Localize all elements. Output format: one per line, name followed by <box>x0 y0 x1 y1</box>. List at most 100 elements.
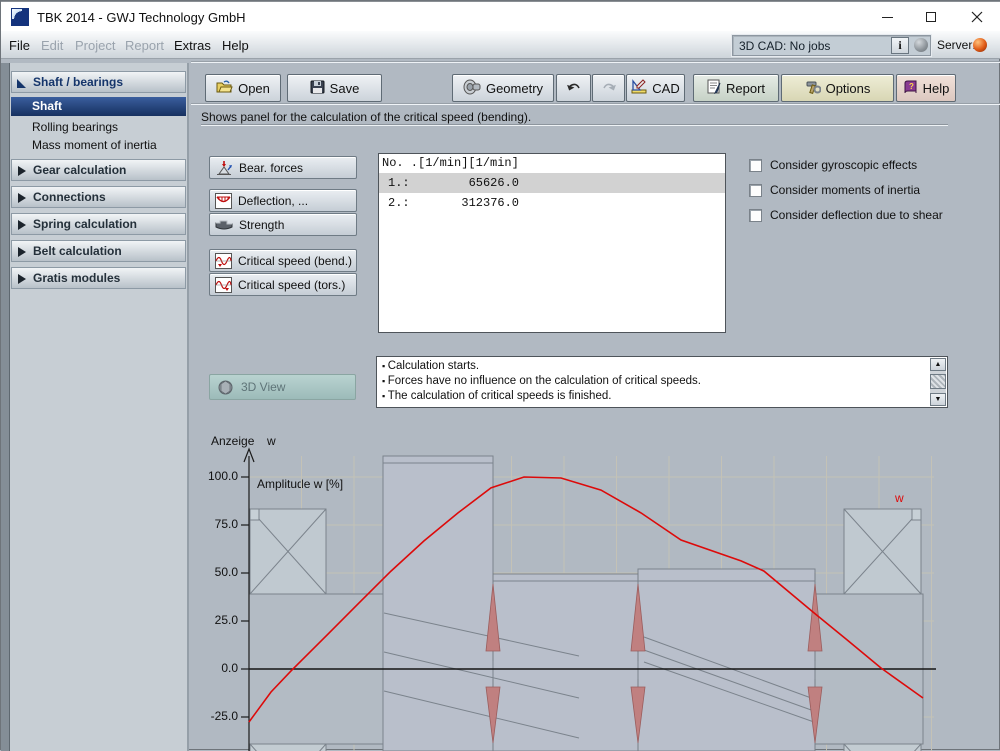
help-button[interactable]: ? Help <box>896 74 956 102</box>
sidebar-group-gear-calculation[interactable]: Gear calculation <box>11 159 186 181</box>
menu-project[interactable]: Project <box>75 38 115 53</box>
row-value: 312376.0 <box>427 193 519 213</box>
cad-status-text: 3D CAD: No jobs <box>739 39 830 53</box>
checkbox-icon[interactable] <box>749 209 762 222</box>
minimize-button[interactable] <box>865 2 909 32</box>
checkbox-gyroscopic[interactable]: Consider gyroscopic effects <box>749 158 917 172</box>
menu-extras[interactable]: Extras <box>174 38 211 53</box>
bearing-forces-icon <box>215 160 233 176</box>
sidebar-item-rolling-bearings[interactable]: Rolling bearings <box>11 118 186 137</box>
window-title: TBK 2014 - GWJ Technology GmbH <box>37 10 246 25</box>
sidebar-group-connections[interactable]: Connections <box>11 186 186 208</box>
3d-sphere-icon <box>218 380 233 395</box>
row-number: 2.: <box>379 193 427 213</box>
app-icon <box>11 8 29 26</box>
server-status-led-icon <box>973 38 987 52</box>
3d-view-button[interactable]: 3D View <box>209 374 356 400</box>
bearing-forces-button[interactable]: Bear. forces <box>209 156 357 179</box>
log-line: The calculation of critical speeds is fi… <box>377 389 947 404</box>
strength-icon <box>215 218 233 232</box>
status-line: Shows panel for the calculation of the c… <box>201 110 531 124</box>
critical-speed-torsion-icon <box>215 277 232 293</box>
toolbar-groove <box>191 103 1000 105</box>
log-line: Forces have no influence on the calculat… <box>377 374 947 389</box>
bearing-right-icon <box>844 509 921 594</box>
checkbox-moments-inertia[interactable]: Consider moments of inertia <box>749 183 920 197</box>
deflection-button[interactable]: Deflection, ... <box>209 189 357 212</box>
help-book-icon: ? <box>903 80 918 97</box>
sidebar-group-spring-calculation[interactable]: Spring calculation <box>11 213 186 235</box>
svg-text:?: ? <box>909 82 914 91</box>
title-bar: TBK 2014 - GWJ Technology GmbH <box>1 1 1000 31</box>
menu-bar: File Edit Project Report Extras Help 3D … <box>1 31 1000 59</box>
cad-status-box: 3D CAD: No jobs i <box>732 35 931 56</box>
open-folder-icon <box>216 80 233 97</box>
table-row[interactable]: 2.: 312376.0 <box>379 193 725 213</box>
maximize-button[interactable] <box>909 2 953 32</box>
sidebar-item-mass-moment[interactable]: Mass moment of inertia <box>11 136 186 155</box>
sidebar-item-shaft[interactable]: Shaft <box>11 97 186 116</box>
report-button[interactable]: Report <box>693 74 779 102</box>
log-line: Calculation starts. <box>377 357 947 374</box>
strength-button[interactable]: Strength <box>209 213 357 236</box>
expanded-triangle-icon <box>17 79 26 88</box>
options-button[interactable]: Options <box>781 74 894 102</box>
shaft-section-mid-2 <box>638 569 815 751</box>
server-label: Server: <box>937 38 976 52</box>
geometry-button[interactable]: Geometry <box>452 74 554 102</box>
scroll-up-icon[interactable]: ▲ <box>930 358 946 371</box>
sidebar-group-shaft-bearings[interactable]: Shaft / bearings <box>11 71 186 93</box>
checkbox-icon[interactable] <box>749 159 762 172</box>
shaft-section-gear <box>383 456 493 751</box>
collapsed-triangle-icon <box>18 274 26 284</box>
close-icon <box>971 11 983 23</box>
app-window: { "window": { "title": "TBK 2014 - GWJ T… <box>0 0 1000 750</box>
critical-speed-table: No. .[1/min][1/min] 1.: 65626.0 2.: 3123… <box>378 153 726 333</box>
open-button[interactable]: Open <box>205 74 281 102</box>
cad-button[interactable]: CAD <box>626 74 685 102</box>
toolbar-groove <box>191 61 1000 63</box>
menu-file[interactable]: File <box>9 38 30 53</box>
menu-edit[interactable]: Edit <box>41 38 63 53</box>
left-edge-strip <box>1 63 10 751</box>
save-floppy-icon <box>310 80 325 97</box>
checkbox-deflection-shear[interactable]: Consider deflection due to shear <box>749 208 943 222</box>
checkbox-icon[interactable] <box>749 184 762 197</box>
sidebar-group-belt-calculation[interactable]: Belt calculation <box>11 240 186 262</box>
report-document-icon <box>707 79 721 97</box>
log-scrollbar[interactable]: ▲ ▼ <box>930 358 946 406</box>
sidebar-group-gratis-modules[interactable]: Gratis modules <box>11 267 186 289</box>
geometry-shaft-icon <box>463 79 481 98</box>
undo-icon <box>566 82 582 94</box>
deflection-icon <box>215 193 232 209</box>
scroll-down-icon[interactable]: ▼ <box>930 393 946 406</box>
critical-speed-bending-icon <box>215 253 232 269</box>
cad-drawing-icon <box>631 79 647 97</box>
row-value: 65626.0 <box>427 173 519 193</box>
calculation-log: Calculation starts. Forces have no influ… <box>376 356 948 408</box>
redo-button[interactable] <box>592 74 625 102</box>
collapsed-triangle-icon <box>18 247 26 257</box>
shaft-drawing <box>249 456 923 751</box>
separator <box>201 124 948 126</box>
save-button[interactable]: Save <box>287 74 382 102</box>
mode-shape-chart <box>196 426 1000 751</box>
options-tools-icon <box>805 79 821 97</box>
critical-speed-torsion-button[interactable]: Critical speed (tors.) <box>209 273 357 296</box>
cad-status-led-icon <box>914 38 928 52</box>
bearing-left-icon <box>250 509 326 594</box>
table-row[interactable]: 1.: 65626.0 <box>379 173 725 193</box>
menu-report[interactable]: Report <box>125 38 164 53</box>
undo-button[interactable] <box>556 74 591 102</box>
collapsed-triangle-icon <box>18 220 26 230</box>
collapsed-triangle-icon <box>18 166 26 176</box>
close-button[interactable] <box>955 2 999 32</box>
menu-help[interactable]: Help <box>222 38 249 53</box>
table-header: No. .[1/min][1/min] <box>379 154 725 173</box>
info-button[interactable]: i <box>891 37 909 54</box>
scrollbar-thumb[interactable] <box>930 374 946 389</box>
critical-speed-bending-button[interactable]: Critical speed (bend.) <box>209 249 357 272</box>
shaft-section-mid-1 <box>493 574 638 751</box>
collapsed-triangle-icon <box>18 193 26 203</box>
redo-icon <box>601 82 617 94</box>
